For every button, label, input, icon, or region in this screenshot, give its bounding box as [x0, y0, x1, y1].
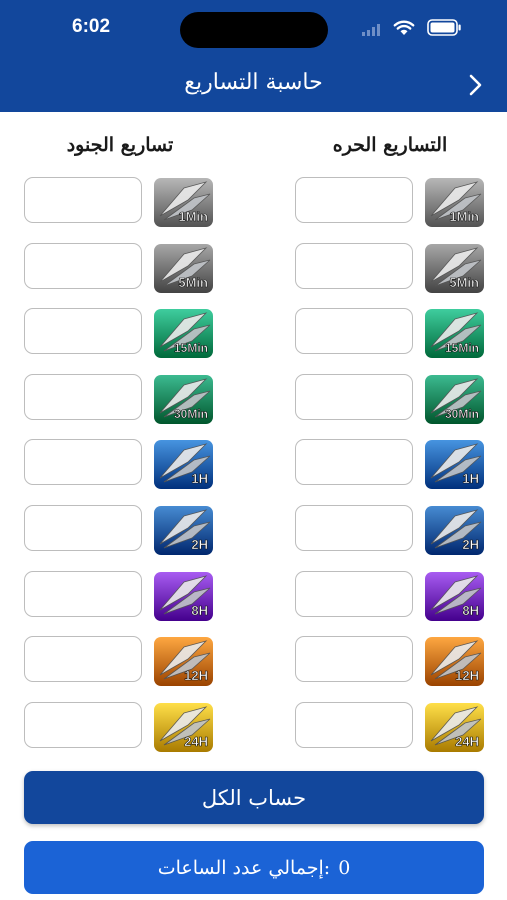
- speedup-label: 12H: [184, 668, 208, 683]
- free-speedup-icon: 1Min: [425, 178, 484, 227]
- troop-speedup-icon: 12H: [154, 637, 213, 686]
- speedup-label: 2H: [191, 537, 208, 552]
- free-speedup-input[interactable]: [295, 702, 413, 748]
- speedup-label: 15Min: [174, 341, 208, 355]
- battery-icon: [427, 19, 461, 36]
- status-time: 6:02: [72, 16, 111, 37]
- chevron-right-icon[interactable]: [462, 70, 488, 100]
- troop-speedup-icon: 15Min: [154, 309, 213, 358]
- speedup-label: 8H: [462, 603, 479, 618]
- troop-speedup-input[interactable]: [24, 571, 142, 617]
- cellular-signal-icon: [362, 24, 380, 36]
- troop-speedups-title: تساريع الجنود: [66, 134, 174, 156]
- speedup-label: 24H: [455, 734, 479, 749]
- speedup-label: 30Min: [445, 407, 479, 421]
- troop-speedup-input[interactable]: [24, 636, 142, 682]
- free-speedup-icon: 30Min: [425, 375, 484, 424]
- app-header: 6:02 حاسبة التساريع: [0, 0, 507, 112]
- troop-speedup-icon: 24H: [154, 703, 213, 752]
- wifi-icon: [393, 20, 415, 35]
- troop-speedup-input[interactable]: [24, 243, 142, 289]
- free-speedup-icon: 12H: [425, 637, 484, 686]
- troop-speedup-icon: 30Min: [154, 375, 213, 424]
- troop-speedup-icon: 1H: [154, 440, 213, 489]
- free-speedup-input[interactable]: [295, 177, 413, 223]
- speedup-label: 1H: [462, 471, 479, 486]
- free-speedup-input[interactable]: [295, 439, 413, 485]
- speedup-label: 8H: [191, 603, 208, 618]
- troop-speedup-input[interactable]: [24, 177, 142, 223]
- free-speedup-icon: 2H: [425, 506, 484, 555]
- speedup-label: 24H: [184, 734, 208, 749]
- calculate-all-label: حساب الكل: [201, 785, 307, 810]
- free-speedup-input[interactable]: [295, 505, 413, 551]
- page-title: حاسبة التساريع: [184, 70, 323, 95]
- speedup-label: 2H: [462, 537, 479, 552]
- free-speedup-input[interactable]: [295, 243, 413, 289]
- free-speedup-icon: 1H: [425, 440, 484, 489]
- total-hours-value: 0: [338, 856, 351, 879]
- speedup-label: 5Min: [178, 275, 208, 290]
- free-speedup-input[interactable]: [295, 374, 413, 420]
- total-hours-label: إجمالي عدد الساعات:: [157, 856, 331, 879]
- free-speedup-icon: 8H: [425, 572, 484, 621]
- free-speedup-input[interactable]: [295, 636, 413, 682]
- free-speedups-title: التساريع الحره: [332, 134, 448, 156]
- free-speedup-icon: 15Min: [425, 309, 484, 358]
- speedup-label: 1H: [191, 471, 208, 486]
- speedup-label: 12H: [455, 668, 479, 683]
- calculate-all-button[interactable]: حساب الكل: [24, 771, 484, 824]
- troop-speedup-icon: 5Min: [154, 244, 213, 293]
- free-speedup-input[interactable]: [295, 308, 413, 354]
- speedup-label: 15Min: [445, 341, 479, 355]
- total-hours-bar: إجمالي عدد الساعات: 0: [24, 841, 484, 894]
- troop-speedup-input[interactable]: [24, 308, 142, 354]
- troop-speedup-input[interactable]: [24, 702, 142, 748]
- troop-speedup-icon: 2H: [154, 506, 213, 555]
- troop-speedup-input[interactable]: [24, 505, 142, 551]
- troop-speedup-input[interactable]: [24, 374, 142, 420]
- troop-speedup-icon: 8H: [154, 572, 213, 621]
- troop-speedup-input[interactable]: [24, 439, 142, 485]
- free-speedup-icon: 5Min: [425, 244, 484, 293]
- speedup-label: 5Min: [449, 275, 479, 290]
- speedup-label: 1Min: [449, 209, 479, 224]
- troop-speedup-icon: 1Min: [154, 178, 213, 227]
- free-speedup-input[interactable]: [295, 571, 413, 617]
- dynamic-island: [180, 12, 328, 48]
- free-speedup-icon: 24H: [425, 703, 484, 752]
- speedup-label: 30Min: [174, 407, 208, 421]
- speedup-label: 1Min: [178, 209, 208, 224]
